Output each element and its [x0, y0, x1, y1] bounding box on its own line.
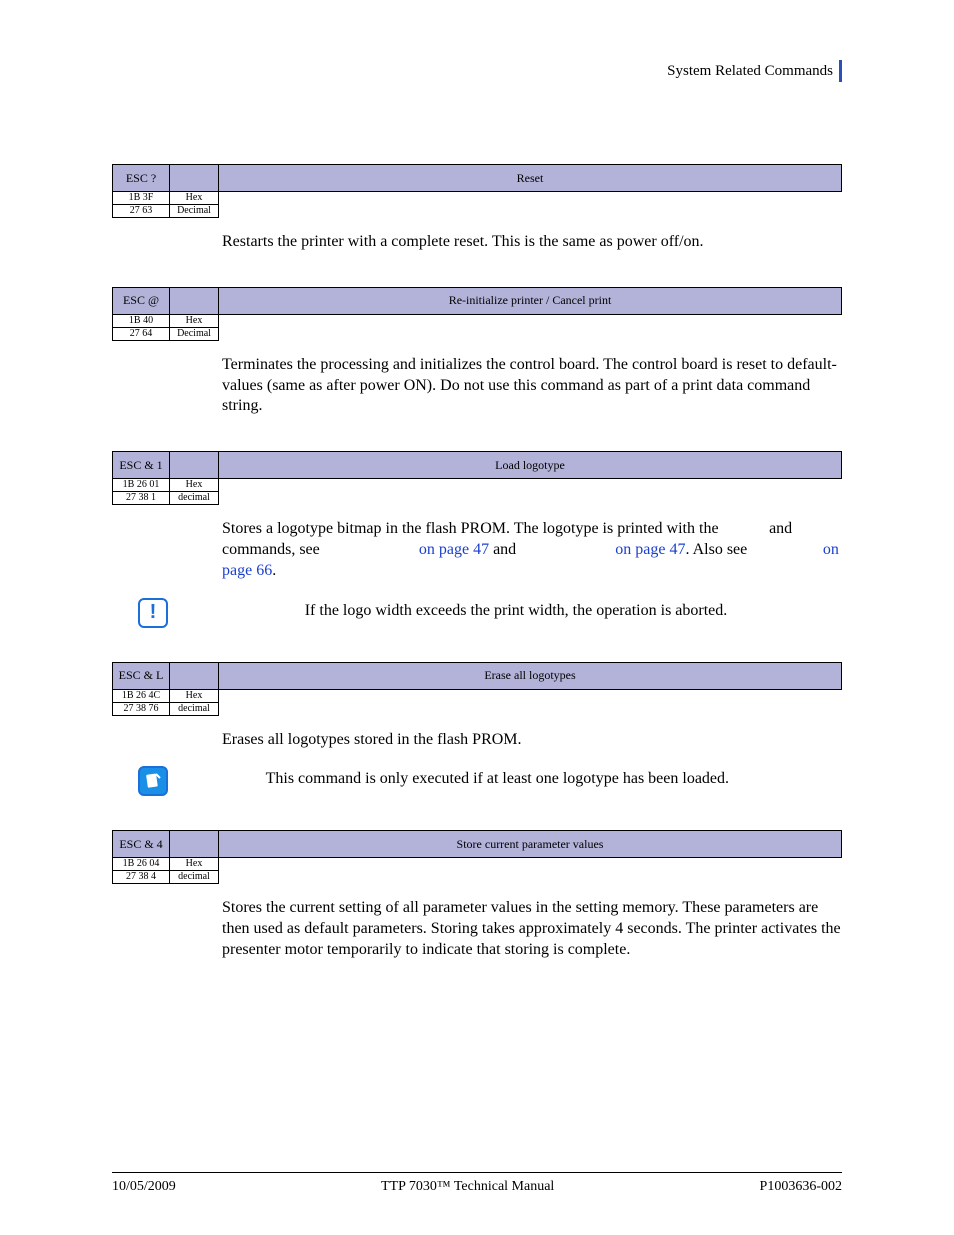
footer-date: 10/05/2009: [112, 1179, 176, 1195]
cmd-cell: [170, 165, 219, 192]
cmd-title-cell: Re-initialize printer / Cancel print: [219, 287, 842, 314]
section-eraselogo: ESC & L Erase all logotypes 1B 26 4C Hex…: [112, 662, 842, 797]
cmd-title-cell: Load logotype: [219, 452, 842, 479]
cmd-table-reset: ESC ? Reset 1B 3F Hex 27 63 Decimal: [112, 164, 842, 218]
hex-cell: 1B 3F: [113, 192, 170, 205]
hex-cell: 1B 26 04: [113, 858, 170, 871]
section-reinit: ESC @ Re-initialize printer / Cancel pri…: [112, 287, 842, 417]
dec-label-cell: Decimal: [170, 327, 219, 340]
page-header: System Related Commands: [112, 60, 842, 82]
page-footer: 10/05/2009 TTP 7030™ Technical Manual P1…: [112, 1172, 842, 1195]
cmd-title-cell: Store current parameter values: [219, 831, 842, 858]
section-loadlogo: ESC & 1 Load logotype 1B 26 01 Hex 27 38…: [112, 451, 842, 627]
dec-label-cell: Decimal: [170, 205, 219, 218]
section-body: Erases all logotypes stored in the flash…: [222, 730, 842, 751]
footer-docnum: P1003636-002: [760, 1179, 842, 1195]
cmd-cell: ESC & L: [113, 662, 170, 689]
important-note: ! Important • If the logo width exceeds …: [138, 598, 842, 628]
hex-cell: 1B 26 01: [113, 479, 170, 492]
cmd-table-eraselogo: ESC & L Erase all logotypes 1B 26 4C Hex…: [112, 662, 842, 716]
dec-label-cell: decimal: [170, 492, 219, 505]
cmd-cell: ESC ?: [113, 165, 170, 192]
dec-cell: 27 38 1: [113, 492, 170, 505]
cmd-cell: [170, 662, 219, 689]
cmd-cell: ESC & 4: [113, 831, 170, 858]
dec-cell: 27 63: [113, 205, 170, 218]
hex-label-cell: Hex: [170, 192, 219, 205]
hex-label-cell: Hex: [170, 479, 219, 492]
cmd-cell: ESC @: [113, 287, 170, 314]
dec-label-cell: decimal: [170, 871, 219, 884]
section-body: Stores the current setting of all parame…: [222, 898, 842, 960]
cmd-cell: [170, 831, 219, 858]
cmd-cell: [170, 452, 219, 479]
dec-cell: 27 64: [113, 327, 170, 340]
cmd-title-cell: Reset: [219, 165, 842, 192]
section-storeparams: ESC & 4 Store current parameter values 1…: [112, 830, 842, 960]
hex-cell: 1B 26 4C: [113, 689, 170, 702]
note-icon: [138, 766, 168, 796]
dec-label-cell: decimal: [170, 702, 219, 715]
section-body: Terminates the processing and initialize…: [222, 355, 842, 417]
footer-title: TTP 7030™ Technical Manual: [381, 1179, 554, 1195]
cmd-cell: [170, 287, 219, 314]
important-icon: !: [138, 598, 168, 628]
hex-label-cell: Hex: [170, 858, 219, 871]
cmd-title-cell: Erase all logotypes: [219, 662, 842, 689]
dec-cell: 27 38 4: [113, 871, 170, 884]
section-body: Restarts the printer with a complete res…: [222, 232, 842, 253]
cmd-cell: ESC & 1: [113, 452, 170, 479]
hex-cell: 1B 40: [113, 314, 170, 327]
section-title: System Related Commands: [667, 63, 833, 79]
dec-cell: 27 38 76: [113, 702, 170, 715]
hex-label-cell: Hex: [170, 314, 219, 327]
note: Note • This command is only executed if …: [138, 766, 842, 796]
hex-label-cell: Hex: [170, 689, 219, 702]
link-print-logotype-2[interactable]: Print logotype on page 47: [520, 541, 685, 558]
section-body: Stores a logotype bitmap in the flash PR…: [222, 519, 842, 581]
link-print-logotype-1[interactable]: Print logotype on page 47: [324, 541, 489, 558]
cmd-table-reinit: ESC @ Re-initialize printer / Cancel pri…: [112, 287, 842, 341]
section-reset: ESC ? Reset 1B 3F Hex 27 63 Decimal Rest…: [112, 164, 842, 253]
cmd-table-storeparams: ESC & 4 Store current parameter values 1…: [112, 830, 842, 884]
cmd-table-loadlogo: ESC & 1 Load logotype 1B 26 01 Hex 27 38…: [112, 451, 842, 505]
